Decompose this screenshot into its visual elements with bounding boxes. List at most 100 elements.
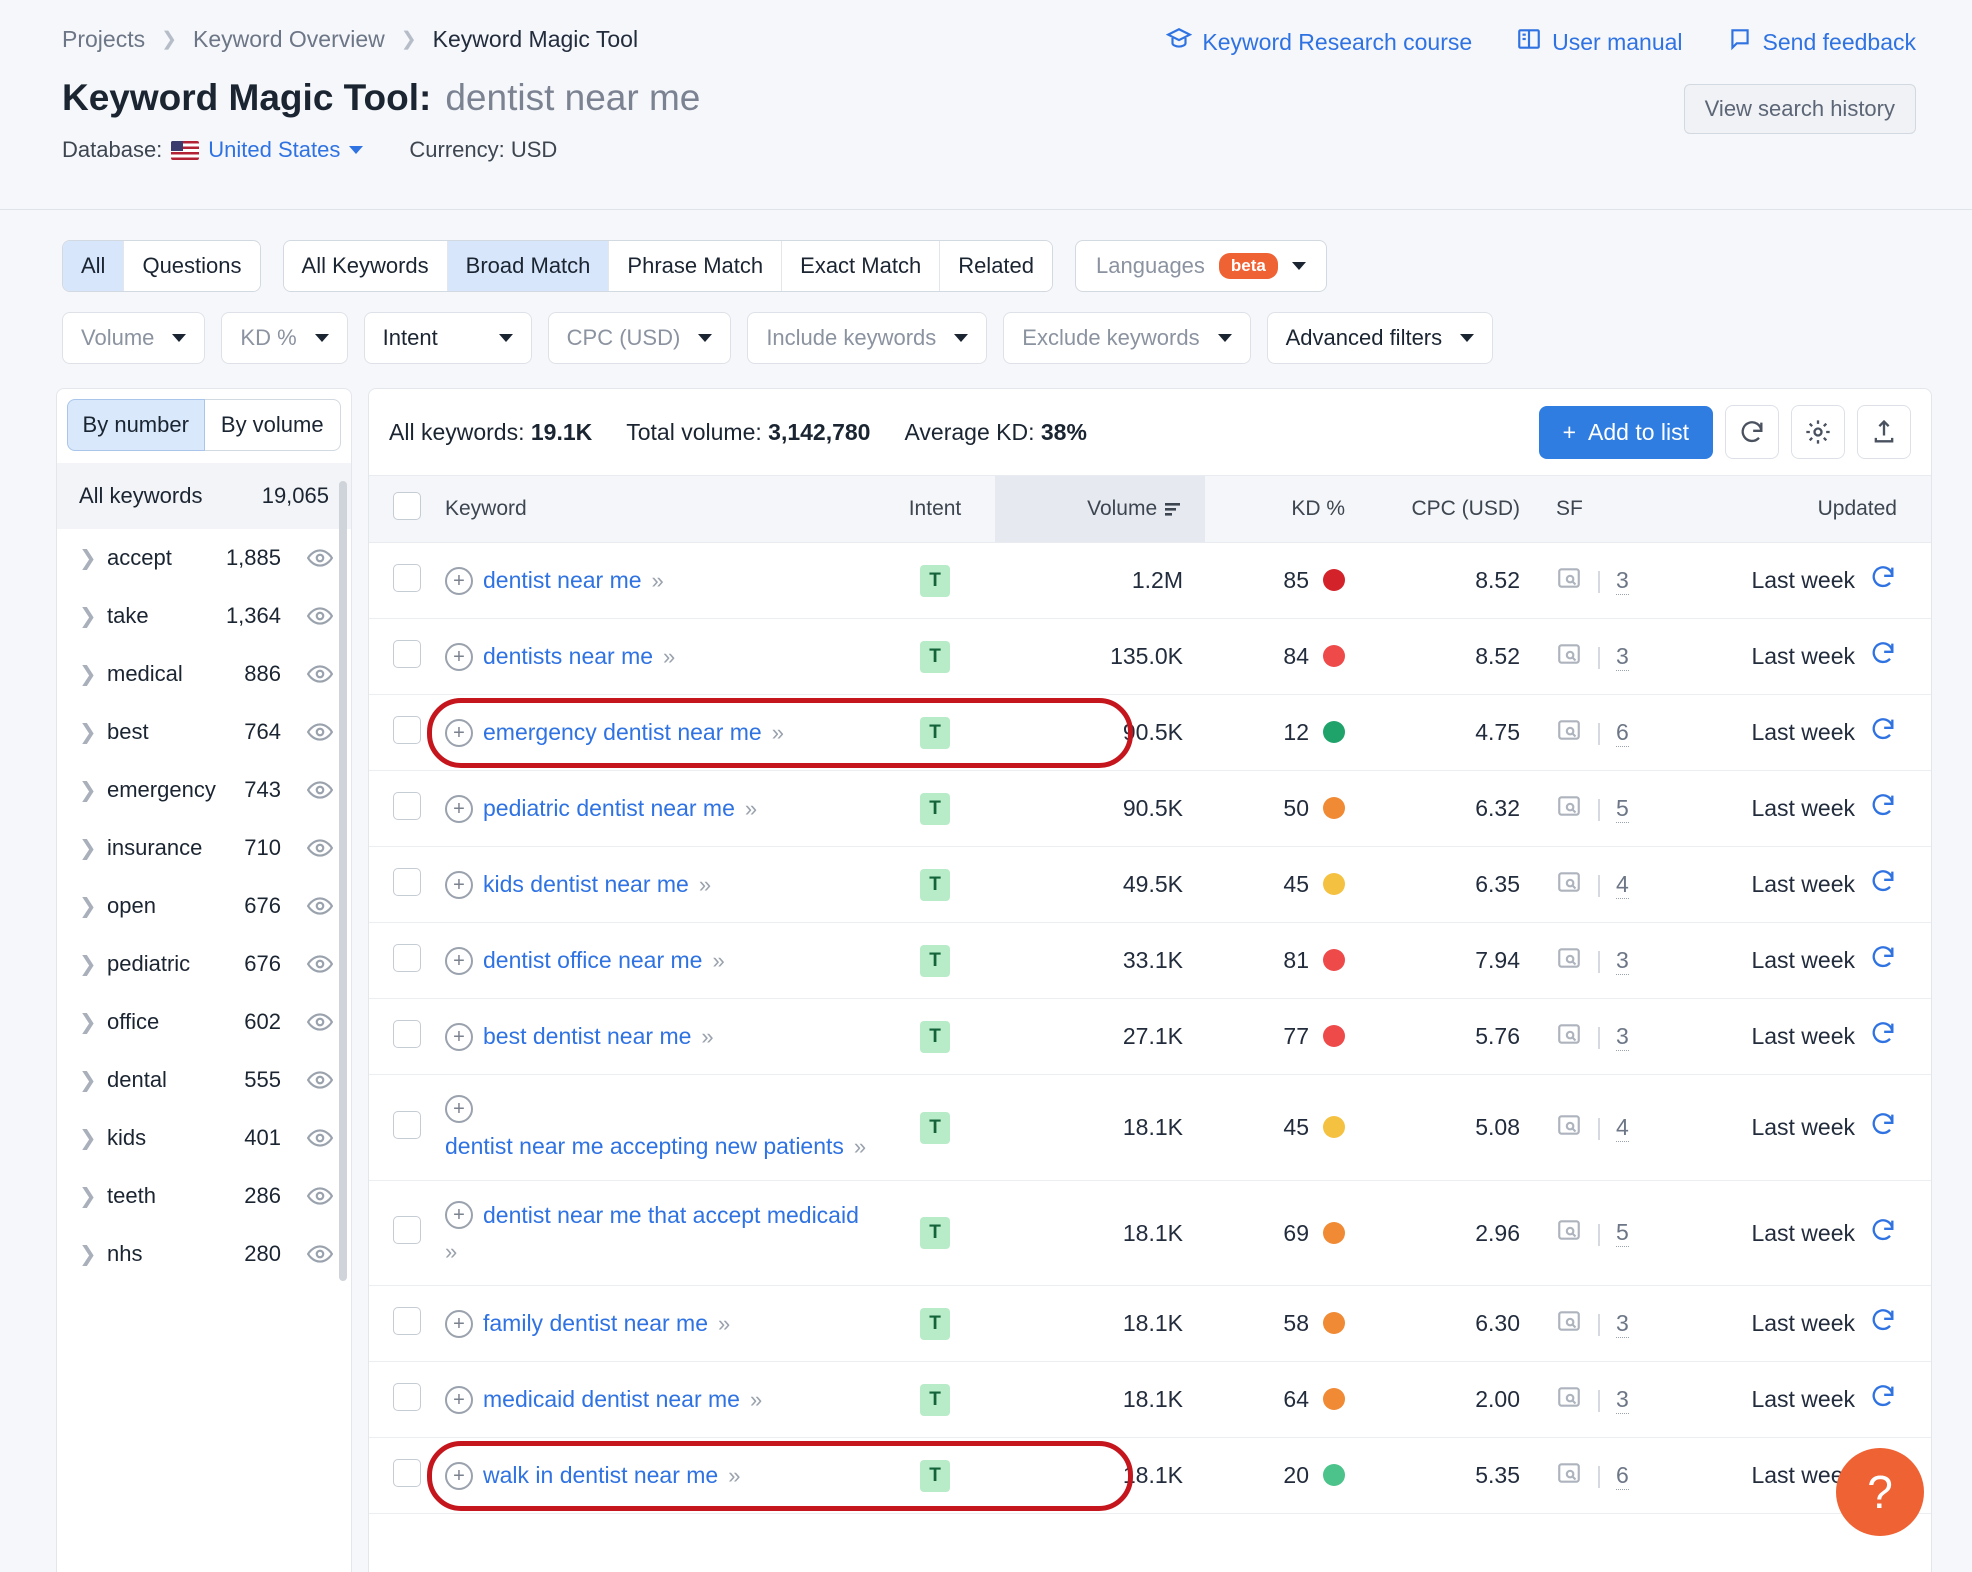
intent-badge[interactable]: T xyxy=(920,1020,950,1053)
tab-all[interactable]: All xyxy=(63,241,125,291)
sidebar-item-take[interactable]: ❯ take 1,364 xyxy=(57,587,351,645)
sf-count[interactable]: 3 xyxy=(1615,1310,1629,1338)
table-row[interactable]: + dentist near me accepting new patients »… xyxy=(369,1074,1931,1181)
intent-badge[interactable]: T xyxy=(920,1383,950,1416)
select-all-checkbox[interactable] xyxy=(393,492,421,520)
add-keyword-icon[interactable]: + xyxy=(445,1309,473,1338)
refresh-icon[interactable] xyxy=(1869,791,1897,826)
row-checkbox[interactable] xyxy=(393,1382,421,1411)
refresh-icon[interactable] xyxy=(1869,867,1897,902)
refresh-button[interactable] xyxy=(1725,405,1779,459)
row-checkbox[interactable] xyxy=(393,563,421,592)
serp-features-icon[interactable] xyxy=(1556,1021,1582,1053)
eye-icon[interactable] xyxy=(306,951,334,977)
intent-badge[interactable]: T xyxy=(920,640,950,673)
add-keyword-icon[interactable]: + xyxy=(445,1022,473,1051)
eye-icon[interactable] xyxy=(306,777,334,803)
eye-icon[interactable] xyxy=(306,603,334,629)
serp-features-icon[interactable] xyxy=(1556,717,1582,749)
intent-badge[interactable]: T xyxy=(920,868,950,901)
keyword-link[interactable]: dentists near me xyxy=(483,643,653,670)
tab-questions[interactable]: Questions xyxy=(124,241,260,291)
table-row[interactable]: + best dentist near me» T 27.1K 77 5.76 | 3 Last… xyxy=(369,998,1931,1075)
double-chevron-icon[interactable]: » xyxy=(701,1024,713,1050)
row-checkbox[interactable] xyxy=(393,1110,421,1139)
double-chevron-icon[interactable]: » xyxy=(745,796,757,822)
refresh-icon[interactable] xyxy=(1869,1306,1897,1341)
add-keyword-icon[interactable]: + xyxy=(445,794,473,823)
sf-count[interactable]: 6 xyxy=(1615,1462,1629,1490)
filter-advanced[interactable]: Advanced filters xyxy=(1266,312,1494,364)
add-keyword-icon[interactable]: + xyxy=(445,642,473,671)
serp-features-icon[interactable] xyxy=(1556,945,1582,977)
serp-features-icon[interactable] xyxy=(1556,1308,1582,1340)
add-keyword-icon[interactable]: + xyxy=(445,870,473,899)
export-icon[interactable] xyxy=(1857,405,1911,459)
tab-exact-match[interactable]: Exact Match xyxy=(782,241,941,291)
eye-icon[interactable] xyxy=(306,1241,334,1267)
table-row[interactable]: + emergency dentist near me» T 90.5K 12 4.75 |… xyxy=(369,694,1931,771)
serp-features-icon[interactable] xyxy=(1556,641,1582,673)
serp-features-icon[interactable] xyxy=(1556,1217,1582,1249)
sf-count[interactable]: 4 xyxy=(1615,1114,1629,1142)
sidebar-item-emergency[interactable]: ❯ emergency 743 xyxy=(57,761,351,819)
keyword-link[interactable]: dentist office near me xyxy=(483,947,702,974)
help-button[interactable]: ? xyxy=(1836,1448,1924,1536)
languages-dropdown[interactable]: Languages beta xyxy=(1075,240,1327,292)
column-header-keyword[interactable]: Keyword xyxy=(445,475,875,543)
filter-intent[interactable]: Intent xyxy=(363,312,532,364)
table-row[interactable]: + medicaid dentist near me» T 18.1K 64 2.00 | 3… xyxy=(369,1361,1931,1438)
keyword-link[interactable]: dentist near me xyxy=(483,567,642,594)
sidebar-item-teeth[interactable]: ❯ teeth 286 xyxy=(57,1167,351,1225)
table-row[interactable]: + family dentist near me» T 18.1K 58 6.30 | 3 La… xyxy=(369,1285,1931,1362)
sidebar-tab-by-number[interactable]: By number xyxy=(67,399,205,451)
refresh-icon[interactable] xyxy=(1869,943,1897,978)
column-header-sf[interactable]: SF xyxy=(1520,475,1670,543)
add-to-list-button[interactable]: + Add to list xyxy=(1538,405,1713,459)
serp-features-icon[interactable] xyxy=(1556,565,1582,597)
filter-kd[interactable]: KD % xyxy=(221,312,348,364)
row-checkbox[interactable] xyxy=(393,867,421,896)
intent-badge[interactable]: T xyxy=(920,716,950,749)
eye-icon[interactable] xyxy=(306,1183,334,1209)
double-chevron-icon[interactable]: » xyxy=(772,720,784,746)
add-keyword-icon[interactable]: + xyxy=(445,1461,473,1490)
intent-badge[interactable]: T xyxy=(920,1459,950,1492)
view-search-history-button[interactable]: View search history xyxy=(1683,84,1916,134)
filter-include-keywords[interactable]: Include keywords xyxy=(747,312,988,364)
eye-icon[interactable] xyxy=(306,1067,334,1093)
double-chevron-icon[interactable]: » xyxy=(699,872,711,898)
keyword-research-course-link[interactable]: Keyword Research course xyxy=(1166,26,1472,58)
eye-icon[interactable] xyxy=(306,893,334,919)
breadcrumb-item-keyword-overview[interactable]: Keyword Overview xyxy=(193,26,385,53)
double-chevron-icon[interactable]: » xyxy=(445,1239,457,1265)
intent-badge[interactable]: T xyxy=(920,944,950,977)
row-checkbox[interactable] xyxy=(393,1458,421,1487)
keyword-link[interactable]: walk in dentist near me xyxy=(483,1462,718,1489)
sf-count[interactable]: 3 xyxy=(1615,947,1629,975)
serp-features-icon[interactable] xyxy=(1556,1112,1582,1144)
column-header-cpc[interactable]: CPC (USD) xyxy=(1355,475,1520,543)
refresh-icon[interactable] xyxy=(1869,639,1897,674)
row-checkbox[interactable] xyxy=(393,1216,421,1244)
table-row[interactable]: + dentist near me» T 1.2M 85 8.52 | 3 Last week xyxy=(369,542,1931,619)
sidebar-scrollbar[interactable] xyxy=(339,481,347,1281)
keyword-link[interactable]: kids dentist near me xyxy=(483,871,689,898)
tab-all-keywords[interactable]: All Keywords xyxy=(283,241,448,291)
serp-features-icon[interactable] xyxy=(1556,1384,1582,1416)
serp-features-icon[interactable] xyxy=(1556,869,1582,901)
sidebar-item-medical[interactable]: ❯ medical 886 xyxy=(57,645,351,703)
row-checkbox[interactable] xyxy=(393,1019,421,1048)
double-chevron-icon[interactable]: » xyxy=(854,1134,866,1160)
sf-count[interactable]: 5 xyxy=(1615,795,1629,823)
sidebar-item-office[interactable]: ❯ office 602 xyxy=(57,993,351,1051)
refresh-icon[interactable] xyxy=(1869,1019,1897,1054)
sidebar-all-keywords[interactable]: All keywords 19,065 xyxy=(57,463,351,529)
double-chevron-icon[interactable]: » xyxy=(712,948,724,974)
serp-features-icon[interactable] xyxy=(1556,793,1582,825)
tab-broad-match[interactable]: Broad Match xyxy=(447,241,610,291)
sidebar-item-insurance[interactable]: ❯ insurance 710 xyxy=(57,819,351,877)
sidebar-item-dental[interactable]: ❯ dental 555 xyxy=(57,1051,351,1109)
filter-cpc[interactable]: CPC (USD) xyxy=(547,312,732,364)
column-header-kd[interactable]: KD % xyxy=(1205,475,1355,543)
